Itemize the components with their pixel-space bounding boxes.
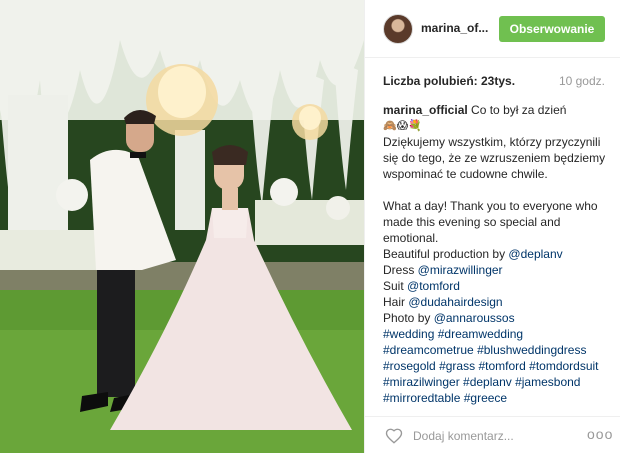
caption-english-text: What a day! Thank you to everyone who ma… xyxy=(383,199,598,245)
caption-hashtags: #wedding #dreamwedding #dreamcometrue #b… xyxy=(383,326,608,408)
avatar[interactable] xyxy=(383,14,413,44)
follow-button[interactable]: Obserwowanie xyxy=(499,16,605,42)
caption: marina_official Co to był za dzień 🙈😱💐 D… xyxy=(383,102,608,408)
hashtag-link[interactable]: #tomdordsuit xyxy=(529,359,598,373)
caption-emojis: 🙈😱💐 xyxy=(383,119,422,132)
hashtag-link[interactable]: #greece xyxy=(464,391,507,405)
caption-credits: Beautiful production by @deplanv Dress @m… xyxy=(383,246,608,326)
credit-label: Suit xyxy=(383,279,408,293)
hashtag-link[interactable]: #jamesbond xyxy=(515,375,580,389)
credit-line: Photo by @annaroussos xyxy=(383,310,608,326)
likes-row: Liczba polubień: 23tys. 10 godz. xyxy=(383,74,605,92)
hashtag-link[interactable]: #mirroredtable xyxy=(383,391,460,405)
hashtag-link[interactable]: #vouliagmeni xyxy=(530,407,601,408)
mention-link[interactable]: @mirazwillinger xyxy=(418,263,503,277)
more-options-button[interactable]: ooo xyxy=(587,426,613,442)
credit-label: Dress xyxy=(383,263,418,277)
hashtag-link[interactable]: #dreamwedding xyxy=(438,327,523,341)
hashtag-link[interactable]: #rosegold xyxy=(383,359,436,373)
credit-label: Beautiful production by xyxy=(383,247,509,261)
hashtag-link[interactable]: #grass xyxy=(439,359,475,373)
credit-label: Hair xyxy=(383,295,409,309)
mention-link[interactable]: @annaroussos xyxy=(434,311,515,325)
hashtag-link[interactable]: #mirazilwinger xyxy=(383,375,460,389)
hashtag-link[interactable]: #blushweddingdress xyxy=(477,343,586,357)
comment-input[interactable] xyxy=(413,425,563,447)
likes-count[interactable]: Liczba polubień: 23tys. xyxy=(383,74,515,88)
post-footer: ooo xyxy=(365,416,620,453)
caption-author[interactable]: marina_official xyxy=(383,103,468,117)
hashtag-link[interactable]: #wedding xyxy=(383,327,434,341)
credit-line: Suit @tomford xyxy=(383,278,608,294)
hashtag-link[interactable]: #deplanv xyxy=(463,375,512,389)
post-details-panel: marina_of... Obserwowanie Liczba polubie… xyxy=(364,0,620,453)
caption-first-line: marina_official Co to był za dzień xyxy=(383,102,608,118)
username[interactable]: marina_of... xyxy=(421,21,488,35)
caption-text: Co to był za dzień xyxy=(471,103,567,117)
post-header: marina_of... Obserwowanie xyxy=(365,0,620,58)
hashtag-link[interactable]: #tomford xyxy=(478,359,525,373)
post-time[interactable]: 10 godz. xyxy=(559,74,605,88)
mention-link[interactable]: @dudahairdesign xyxy=(408,295,502,309)
caption-polish-text: Dziękujemy wszystkim, którzy przyczynili… xyxy=(383,135,606,181)
hashtag-link[interactable]: #islandartandtaste xyxy=(383,407,481,408)
credit-label: Photo by xyxy=(383,311,434,325)
wedding-photo xyxy=(0,0,364,453)
heart-icon[interactable] xyxy=(385,427,403,445)
post-photo[interactable] xyxy=(0,0,364,453)
hashtag-link[interactable]: #athens xyxy=(484,407,527,408)
credit-line: Dress @mirazwillinger xyxy=(383,262,608,278)
mention-link[interactable]: @tomford xyxy=(407,279,460,293)
credit-line: Beautiful production by @deplanv xyxy=(383,246,608,262)
hashtag-link[interactable]: #dreamcometrue xyxy=(383,343,474,357)
mention-link[interactable]: @deplanv xyxy=(508,247,562,261)
credit-line: Hair @dudahairdesign xyxy=(383,294,608,310)
